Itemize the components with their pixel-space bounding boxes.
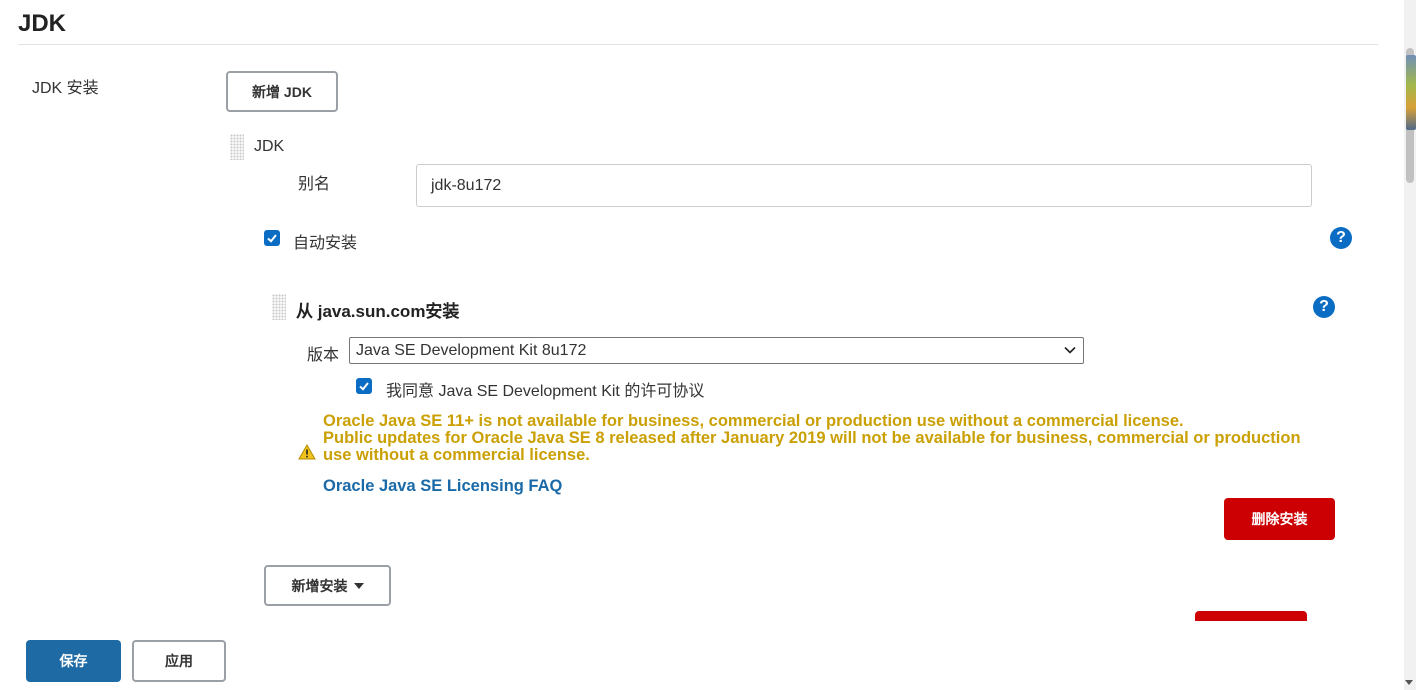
- jdk-install-label: JDK 安装: [32, 80, 99, 97]
- alias-input-value: jdk-8u172: [431, 176, 502, 194]
- licensing-faq-link[interactable]: Oracle Java SE Licensing FAQ: [323, 477, 562, 496]
- add-installer-label: 新增安装: [291, 577, 348, 594]
- alias-label: 别名: [298, 176, 331, 193]
- warning-line-1: Oracle Java SE 11+ is not available for …: [323, 412, 1184, 430]
- auto-install-checkbox[interactable]: [264, 230, 280, 246]
- delete-install-button[interactable]: 删除安装: [1224, 498, 1335, 540]
- scrollbar-decoration: [1406, 55, 1416, 130]
- help-icon[interactable]: ?: [1330, 227, 1352, 249]
- jdk-item-header: JDK: [254, 138, 285, 155]
- chevron-down-icon: [1063, 342, 1077, 360]
- drag-handle-icon[interactable]: [230, 134, 244, 160]
- warning-icon: [298, 444, 316, 460]
- alias-input[interactable]: jdk-8u172: [416, 164, 1312, 207]
- scroll-down-arrow-icon[interactable]: [1405, 680, 1413, 685]
- add-jdk-button[interactable]: 新增 JDK: [226, 71, 338, 112]
- checkmark-icon: [267, 234, 277, 243]
- license-agree-checkbox[interactable]: [356, 378, 372, 394]
- warning-line-2: Public updates for Oracle Java SE 8 rele…: [323, 429, 1301, 464]
- auto-install-label: 自动安装: [293, 235, 358, 252]
- license-warning: Oracle Java SE 11+ is not available for …: [323, 413, 1313, 464]
- add-installer-button[interactable]: 新增安装: [264, 565, 391, 606]
- version-label: 版本: [307, 347, 340, 364]
- caret-down-icon: [353, 582, 364, 589]
- delete-jdk-button[interactable]: [1195, 611, 1307, 621]
- version-select-value: Java SE Development Kit 8u172: [356, 341, 587, 359]
- checkmark-icon: [359, 382, 369, 391]
- section-title: JDK: [18, 10, 67, 37]
- help-icon[interactable]: ?: [1313, 296, 1335, 318]
- license-agree-label: 我同意 Java SE Development Kit 的许可协议: [386, 383, 705, 400]
- section-divider: [18, 44, 1378, 45]
- version-select[interactable]: Java SE Development Kit 8u172: [349, 337, 1084, 364]
- save-button[interactable]: 保存: [26, 640, 121, 682]
- installer-title: 从 java.sun.com安装: [296, 302, 460, 321]
- apply-button[interactable]: 应用: [132, 640, 226, 682]
- drag-handle-icon[interactable]: [272, 294, 286, 320]
